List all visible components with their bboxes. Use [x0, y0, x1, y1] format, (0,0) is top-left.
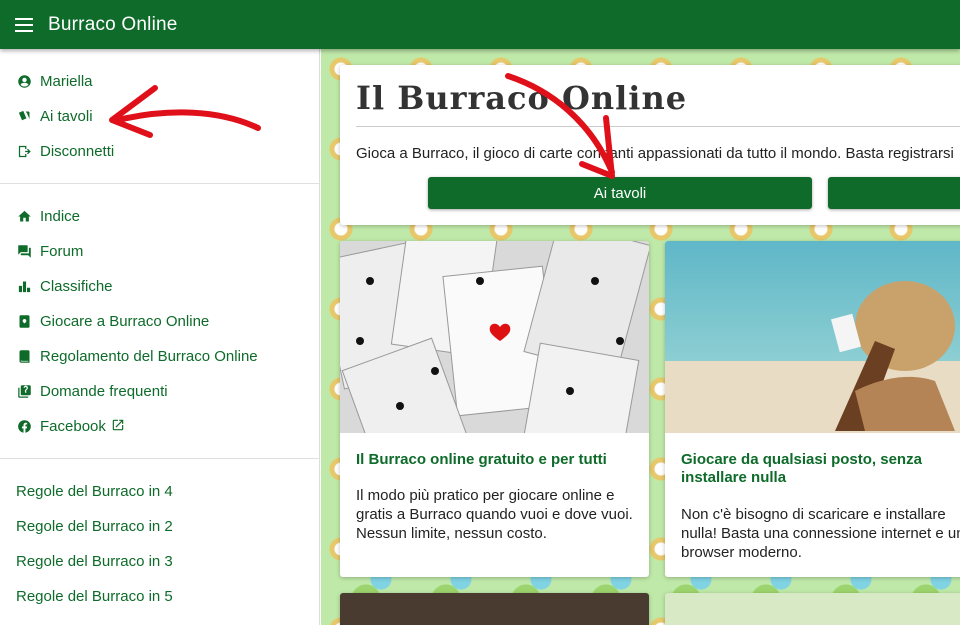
sidebar-item-label: Regolamento del Burraco Online: [40, 348, 258, 365]
sidebar-item-ai-tavoli[interactable]: Ai tavoli: [0, 99, 319, 134]
page-title: Il Burraco Online: [356, 79, 688, 117]
feature-card-partial: [665, 593, 960, 625]
hero-text: Gioca a Burraco, il gioco di carte con t…: [356, 145, 954, 162]
rules-nav: Regole del Burraco in 4 Regole del Burra…: [0, 459, 319, 625]
sidebar-item-label: Ai tavoli: [40, 108, 93, 125]
facebook-icon: [16, 419, 32, 435]
sidebar-item-classifiche[interactable]: Classifiche: [0, 269, 319, 304]
leaderboard-icon: [16, 279, 32, 295]
hero-panel: Il Burraco Online Gioca a Burraco, il gi…: [340, 65, 960, 225]
logout-icon: [16, 144, 32, 160]
card-play-icon: [16, 314, 32, 330]
sidebar-item-indice[interactable]: Indice: [0, 199, 319, 234]
sidebar-item-label: Facebook: [40, 418, 106, 435]
sidebar-item-regole-3[interactable]: Regole del Burraco in 3: [0, 544, 319, 579]
card-title: Il Burraco online gratuito e per tutti: [356, 451, 607, 468]
sidebar-item-label: Mariella: [40, 73, 93, 90]
external-link-icon: [106, 418, 125, 436]
sidebar-item-label: Domande frequenti: [40, 383, 168, 400]
app-bar: Burraco Online: [0, 0, 960, 49]
sidebar-item-label: Indice: [40, 208, 81, 225]
faq-icon: [16, 384, 32, 400]
account-circle-icon: [16, 74, 32, 90]
feature-card: Giocare da qualsiasi posto, senza instal…: [665, 241, 960, 577]
divider: [356, 126, 960, 127]
sidebar-item-label: Giocare a Burraco Online: [40, 313, 210, 330]
feature-card: Il Burraco online gratuito e per tutti I…: [340, 241, 649, 577]
menu-icon: [15, 17, 33, 32]
sidebar-item-giocare[interactable]: Giocare a Burraco Online: [0, 304, 319, 339]
card-text: Il modo più pratico per giocare online e…: [356, 487, 633, 542]
forum-icon: [16, 244, 32, 260]
user-menu: Mariella Ai tavoli Disconnetti: [0, 49, 319, 184]
playing-cards-image: [340, 241, 649, 433]
sidebar-item-regole-5[interactable]: Regole del Burraco in 5: [0, 579, 319, 614]
sidebar-item-regolamento[interactable]: Regolamento del Burraco Online: [0, 339, 319, 374]
sidebar-item-label: Disconnetti: [40, 143, 115, 160]
secondary-button[interactable]: [828, 177, 960, 209]
menu-button[interactable]: [0, 0, 48, 49]
sidebar: Mariella Ai tavoli Disconnetti Indice Fo…: [0, 49, 320, 625]
sidebar-item-disconnetti[interactable]: Disconnetti: [0, 134, 319, 169]
book-icon: [16, 349, 32, 365]
home-icon: [16, 209, 32, 225]
beach-image: [665, 241, 960, 433]
sidebar-item-regole-2[interactable]: Regole del Burraco in 2: [0, 509, 319, 544]
ai-tavoli-button[interactable]: Ai tavoli: [428, 177, 812, 209]
sidebar-item-facebook[interactable]: Facebook: [0, 409, 319, 444]
main-nav: Indice Forum Classifiche Giocare a Burra…: [0, 184, 319, 459]
cards-icon: [16, 109, 32, 125]
sidebar-item-forum[interactable]: Forum: [0, 234, 319, 269]
sidebar-item-label: Forum: [40, 243, 84, 260]
card-title: Giocare da qualsiasi posto, senza instal…: [681, 451, 922, 486]
sidebar-item-label: Classifiche: [40, 278, 113, 295]
sidebar-item-regole-4[interactable]: Regole del Burraco in 4: [0, 474, 319, 509]
card-text: Non c'è bisogno di scaricare e installar…: [681, 506, 960, 561]
main-content: Il Burraco Online Gioca a Burraco, il gi…: [321, 49, 960, 625]
feature-card-partial: [340, 593, 649, 625]
sidebar-item-faq[interactable]: Domande frequenti: [0, 374, 319, 409]
sidebar-item-user[interactable]: Mariella: [0, 64, 319, 99]
app-title: Burraco Online: [48, 13, 178, 35]
